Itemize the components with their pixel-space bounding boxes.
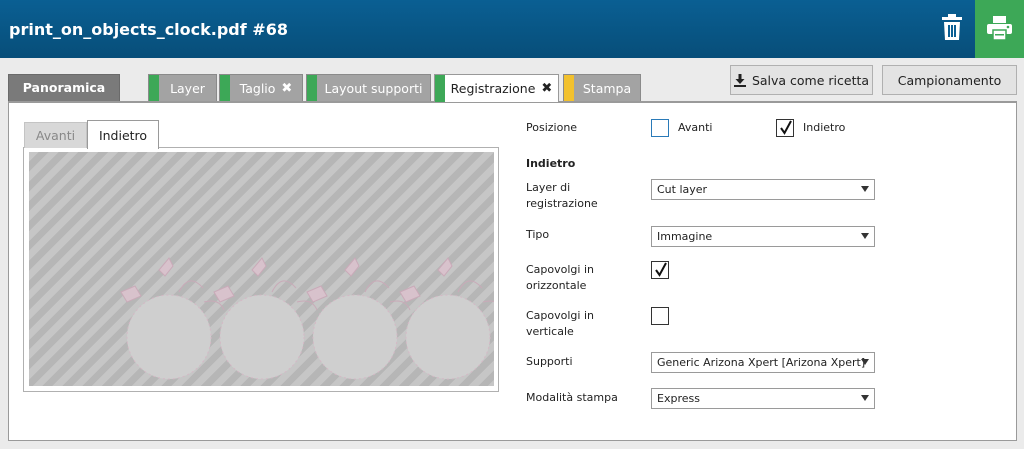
position-back-label: Indietro: [803, 121, 846, 134]
printer-icon: [987, 16, 1012, 40]
chevron-down-icon: [861, 359, 869, 365]
registration-layer-value: Cut layer: [657, 183, 708, 196]
close-icon[interactable]: ✖: [541, 81, 552, 96]
chevron-down-icon: [861, 395, 869, 401]
tab-label: Taglio: [239, 80, 276, 96]
tab-layout-supporti[interactable]: Layout supporti: [306, 74, 431, 101]
sampling-button[interactable]: Campionamento: [882, 65, 1017, 95]
print-mode-select[interactable]: Express: [651, 388, 875, 409]
preview-image: [29, 152, 494, 386]
download-icon: [733, 73, 746, 87]
checkmark-icon: [780, 120, 792, 135]
position-back-checkbox[interactable]: [776, 119, 794, 137]
save-recipe-label: Salva come ricetta: [751, 72, 870, 88]
tab-registrazione[interactable]: Registrazione ✖: [434, 74, 559, 102]
type-label: Tipo: [526, 228, 550, 241]
checkmark-icon: [655, 262, 667, 277]
flip-horizontal-checkbox[interactable]: [651, 261, 669, 279]
preview-frame: [23, 147, 499, 392]
flip-vertical-label: Capovolgi in verticale: [526, 309, 594, 338]
type-value: Immagine: [657, 230, 713, 243]
print-mode-value: Express: [657, 392, 700, 405]
tab-label: Layer: [170, 80, 205, 96]
tab-layer[interactable]: Layer: [148, 74, 217, 101]
tab-label: Stampa: [582, 80, 632, 96]
tab-label: Panoramica: [22, 79, 106, 95]
print-button[interactable]: [975, 0, 1024, 58]
chevron-down-icon: [861, 233, 869, 239]
tab-taglio[interactable]: Taglio ✖: [219, 74, 303, 101]
position-label: Posizione: [526, 121, 578, 134]
page-title: print_on_objects_clock.pdf #68: [9, 20, 288, 39]
save-recipe-button[interactable]: Salva come ricetta: [730, 65, 873, 95]
chevron-down-icon: [861, 186, 869, 192]
tab-status-stripe: [149, 75, 159, 101]
sampling-label: Campionamento: [897, 72, 1002, 88]
position-front-checkbox[interactable]: [651, 119, 669, 137]
tab-status-stripe: [435, 75, 445, 102]
section-title: Indietro: [526, 157, 576, 170]
tab-status-stripe: [307, 75, 317, 101]
tab-stampa[interactable]: Stampa: [563, 74, 641, 101]
tab-label: Registrazione: [450, 81, 536, 96]
media-label: Supporti: [526, 355, 573, 368]
print-mode-label: Modalità stampa: [526, 391, 618, 404]
top-bar: print_on_objects_clock.pdf #68: [0, 0, 1024, 58]
registration-layer-select[interactable]: Cut layer: [651, 179, 875, 200]
type-select[interactable]: Immagine: [651, 226, 875, 247]
media-select[interactable]: Generic Arizona Xpert [Arizona Xpert]: [651, 352, 875, 373]
tab-status-stripe: [564, 75, 574, 101]
tab-label: Layout supporti: [324, 80, 423, 96]
flip-vertical-checkbox[interactable]: [651, 307, 669, 325]
tab-panoramica[interactable]: Panoramica: [8, 74, 120, 101]
close-icon[interactable]: ✖: [281, 81, 292, 96]
tab-status-stripe: [220, 75, 230, 101]
registration-layer-label: Layer di registrazione: [526, 181, 598, 210]
media-value: Generic Arizona Xpert [Arizona Xpert]: [657, 356, 866, 369]
preview-tab-back[interactable]: Indietro: [87, 120, 159, 149]
preview-tab-front[interactable]: Avanti: [24, 122, 87, 148]
trash-icon[interactable]: [940, 13, 964, 41]
flip-horizontal-label: Capovolgi in orizzontale: [526, 263, 594, 292]
position-front-label: Avanti: [678, 121, 713, 134]
